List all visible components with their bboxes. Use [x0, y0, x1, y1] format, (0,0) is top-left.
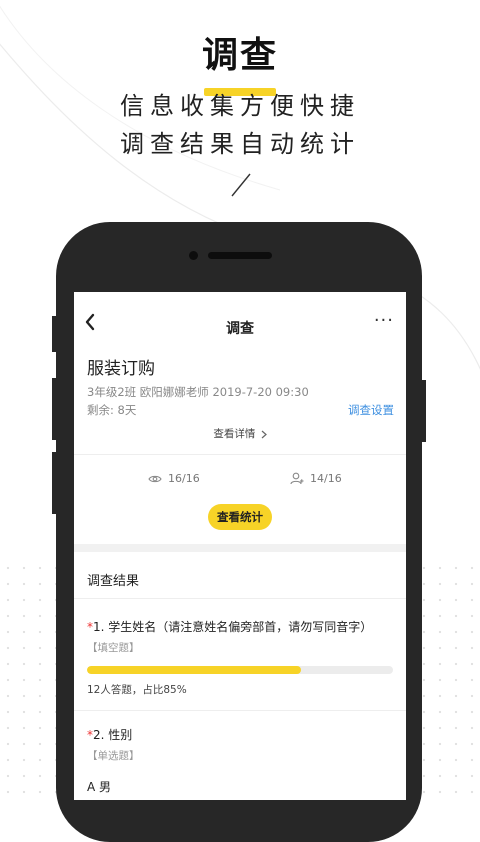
section-gap	[74, 544, 406, 552]
view-stats-button[interactable]: 查看统计	[208, 504, 272, 530]
survey-settings-link[interactable]: 调查设置	[348, 402, 394, 418]
speaker-grille	[208, 252, 272, 259]
chevron-right-icon	[261, 430, 267, 438]
hero-title: 调查	[201, 35, 278, 76]
survey-title: 服装订购	[87, 359, 155, 379]
question-1-type: 【填空题】	[87, 642, 140, 654]
views-count: 16/16	[168, 472, 200, 485]
question-1-label: 1. 学生姓名（请注意姓名偏旁部首，请勿写同音字）	[93, 620, 373, 634]
results-title: 调查结果	[87, 574, 140, 589]
hero-line-2: 调查结果自动统计	[120, 130, 360, 158]
question-1-progress-fill	[87, 666, 302, 674]
divider	[74, 598, 406, 599]
slash-divider	[231, 173, 251, 197]
question-1-progress	[87, 666, 393, 674]
phone-screen: 调查 ··· 服装订购 3年级2班 欧阳娜娜老师 2019-7-20 09:30…	[74, 292, 406, 800]
view-details-link[interactable]: 查看详情	[74, 426, 406, 441]
question-1-summary: 12人答题，占比85%	[87, 684, 187, 696]
question-2: *2. 性别	[87, 726, 132, 743]
add-user-icon	[290, 472, 304, 485]
question-2-label: 2. 性别	[93, 728, 133, 742]
nav-title: 调查	[226, 321, 254, 337]
answers-count: 14/16	[310, 472, 342, 485]
divider	[74, 710, 406, 711]
remaining-days: 剩余: 8天	[87, 403, 137, 417]
more-options-button[interactable]: ···	[374, 310, 394, 331]
view-details-label: 查看详情	[213, 428, 256, 440]
question-2-type: 【单选题】	[87, 750, 140, 762]
answers-stat: 14/16	[290, 472, 342, 485]
divider	[74, 454, 406, 455]
eye-icon	[148, 475, 162, 482]
views-stat: 16/16	[148, 472, 200, 485]
hero-line-1: 信息收集方便快捷	[120, 92, 360, 120]
question-1: *1. 学生姓名（请注意姓名偏旁部首，请勿写同音字）	[87, 618, 372, 635]
nav-bar: 调查 ···	[74, 292, 406, 360]
camera-icon	[189, 251, 198, 260]
survey-meta: 3年级2班 欧阳娜娜老师 2019-7-20 09:30	[87, 385, 309, 399]
question-2-option-a[interactable]: A 男	[87, 778, 111, 795]
